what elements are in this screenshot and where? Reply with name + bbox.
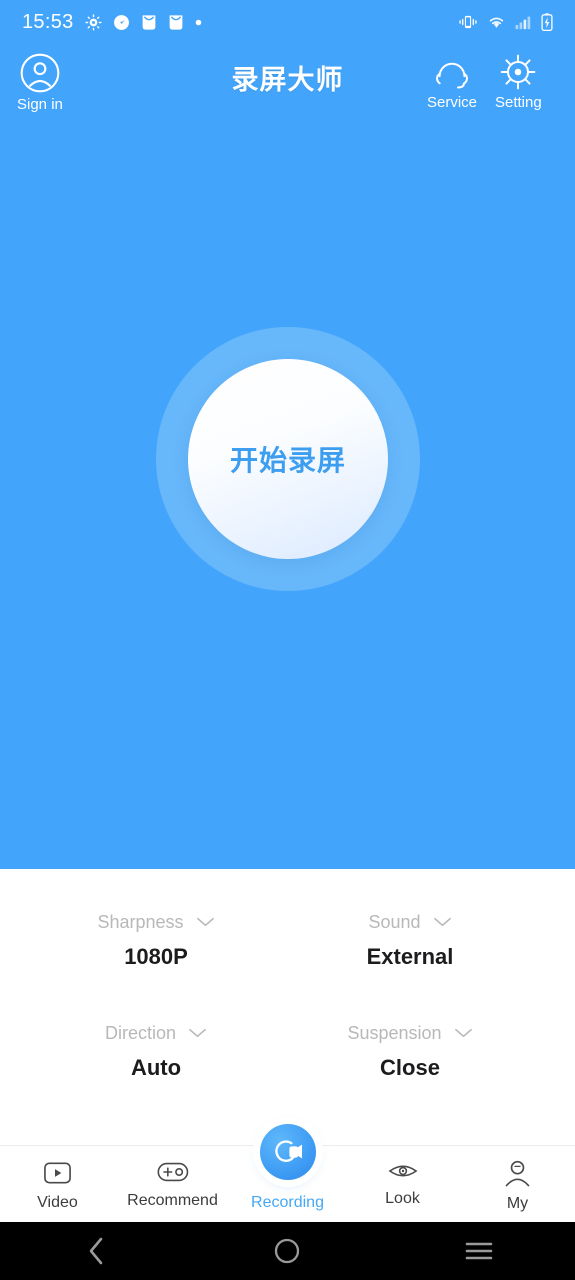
status-bar-right	[458, 13, 553, 31]
nav-recents-button[interactable]	[434, 1222, 524, 1280]
tab-recommend[interactable]: Recommend	[115, 1146, 230, 1222]
gear-icon	[500, 54, 536, 90]
nav-home-button[interactable]	[242, 1222, 332, 1280]
start-record-area: 开始录屏	[156, 327, 420, 591]
tab-my-label: My	[506, 1195, 529, 1212]
app-screen: 15:53 Sign in 录屏大师 Service Setting 开始录屏 …	[0, 0, 575, 1280]
setting-suspension-label: Suspension	[347, 1023, 442, 1043]
tab-my[interactable]: My	[460, 1146, 575, 1222]
nav-back-button[interactable]	[51, 1222, 141, 1280]
setting-suspension[interactable]: Suspension Close	[290, 1022, 530, 1079]
setting-direction-label: Direction	[104, 1023, 177, 1043]
setting-sharpness-header[interactable]: Sharpness	[36, 911, 276, 933]
headset-icon	[436, 62, 468, 89]
setting-button[interactable]: Setting	[495, 52, 542, 110]
speedometer-icon	[113, 14, 129, 30]
setting-direction-value: Auto	[130, 1055, 182, 1080]
chevron-down-icon[interactable]	[454, 1027, 473, 1039]
android-nav-bar	[0, 1222, 575, 1280]
service-button[interactable]: Service	[427, 52, 477, 110]
back-chevron-icon	[89, 1237, 103, 1265]
video-play-icon	[44, 1162, 71, 1184]
tab-look[interactable]: Look	[345, 1146, 460, 1222]
cellular-signal-icon	[515, 16, 531, 29]
status-bar-left: 15:53	[22, 12, 202, 32]
recording-fab-button[interactable]	[260, 1124, 316, 1180]
recents-menu-icon	[465, 1242, 493, 1260]
chevron-down-icon[interactable]	[433, 916, 452, 928]
app-bar: Sign in 录屏大师 Service Setting	[0, 44, 575, 119]
tab-look-label: Look	[385, 1190, 420, 1207]
status-bar: 15:53	[0, 0, 575, 44]
person-icon	[505, 1160, 530, 1187]
settings-panel: Sharpness 1080P Sound External Direction	[0, 869, 575, 1145]
setting-sound[interactable]: Sound External	[290, 911, 530, 968]
mail-icon	[142, 14, 155, 30]
eye-icon	[388, 1165, 417, 1177]
record-camera-icon	[275, 1140, 302, 1162]
setting-direction-header[interactable]: Direction	[36, 1022, 276, 1044]
status-clock: 15:53	[22, 11, 74, 33]
setting-suspension-header[interactable]: Suspension	[290, 1022, 530, 1044]
vibrate-icon	[459, 15, 477, 29]
setting-direction[interactable]: Direction Auto	[36, 1022, 276, 1079]
setting-sharpness[interactable]: Sharpness 1080P	[36, 911, 276, 968]
plus-circle-pill-icon	[157, 1162, 188, 1182]
chevron-down-icon[interactable]	[196, 916, 215, 928]
setting-sharpness-label: Sharpness	[97, 912, 184, 932]
setting-suspension-value: Close	[380, 1055, 440, 1080]
battery-charging-icon	[541, 13, 553, 31]
start-record-button[interactable]: 开始录屏	[188, 359, 388, 559]
start-record-label: 开始录屏	[229, 445, 346, 476]
settings-gear-icon	[84, 13, 102, 31]
setting-sharpness-value: 1080P	[124, 944, 188, 969]
tab-video-label: Video	[37, 1194, 78, 1211]
tab-recording-label: Recording	[251, 1194, 324, 1211]
tab-recommend-label: Recommend	[127, 1192, 218, 1209]
sign-in-label: Sign in	[17, 96, 63, 113]
wifi-icon	[489, 17, 504, 28]
setting-sound-header[interactable]: Sound	[290, 911, 530, 933]
page-title: 录屏大师	[231, 65, 344, 95]
dot-icon	[195, 19, 201, 25]
chevron-down-icon[interactable]	[188, 1027, 207, 1039]
tab-video[interactable]: Video	[0, 1146, 115, 1222]
setting-sound-value: External	[366, 944, 454, 969]
mail-icon	[169, 14, 182, 30]
home-circle-icon	[275, 1238, 300, 1264]
setting-label: Setting	[495, 94, 542, 111]
service-label: Service	[427, 94, 478, 111]
setting-sound-label: Sound	[368, 912, 421, 932]
